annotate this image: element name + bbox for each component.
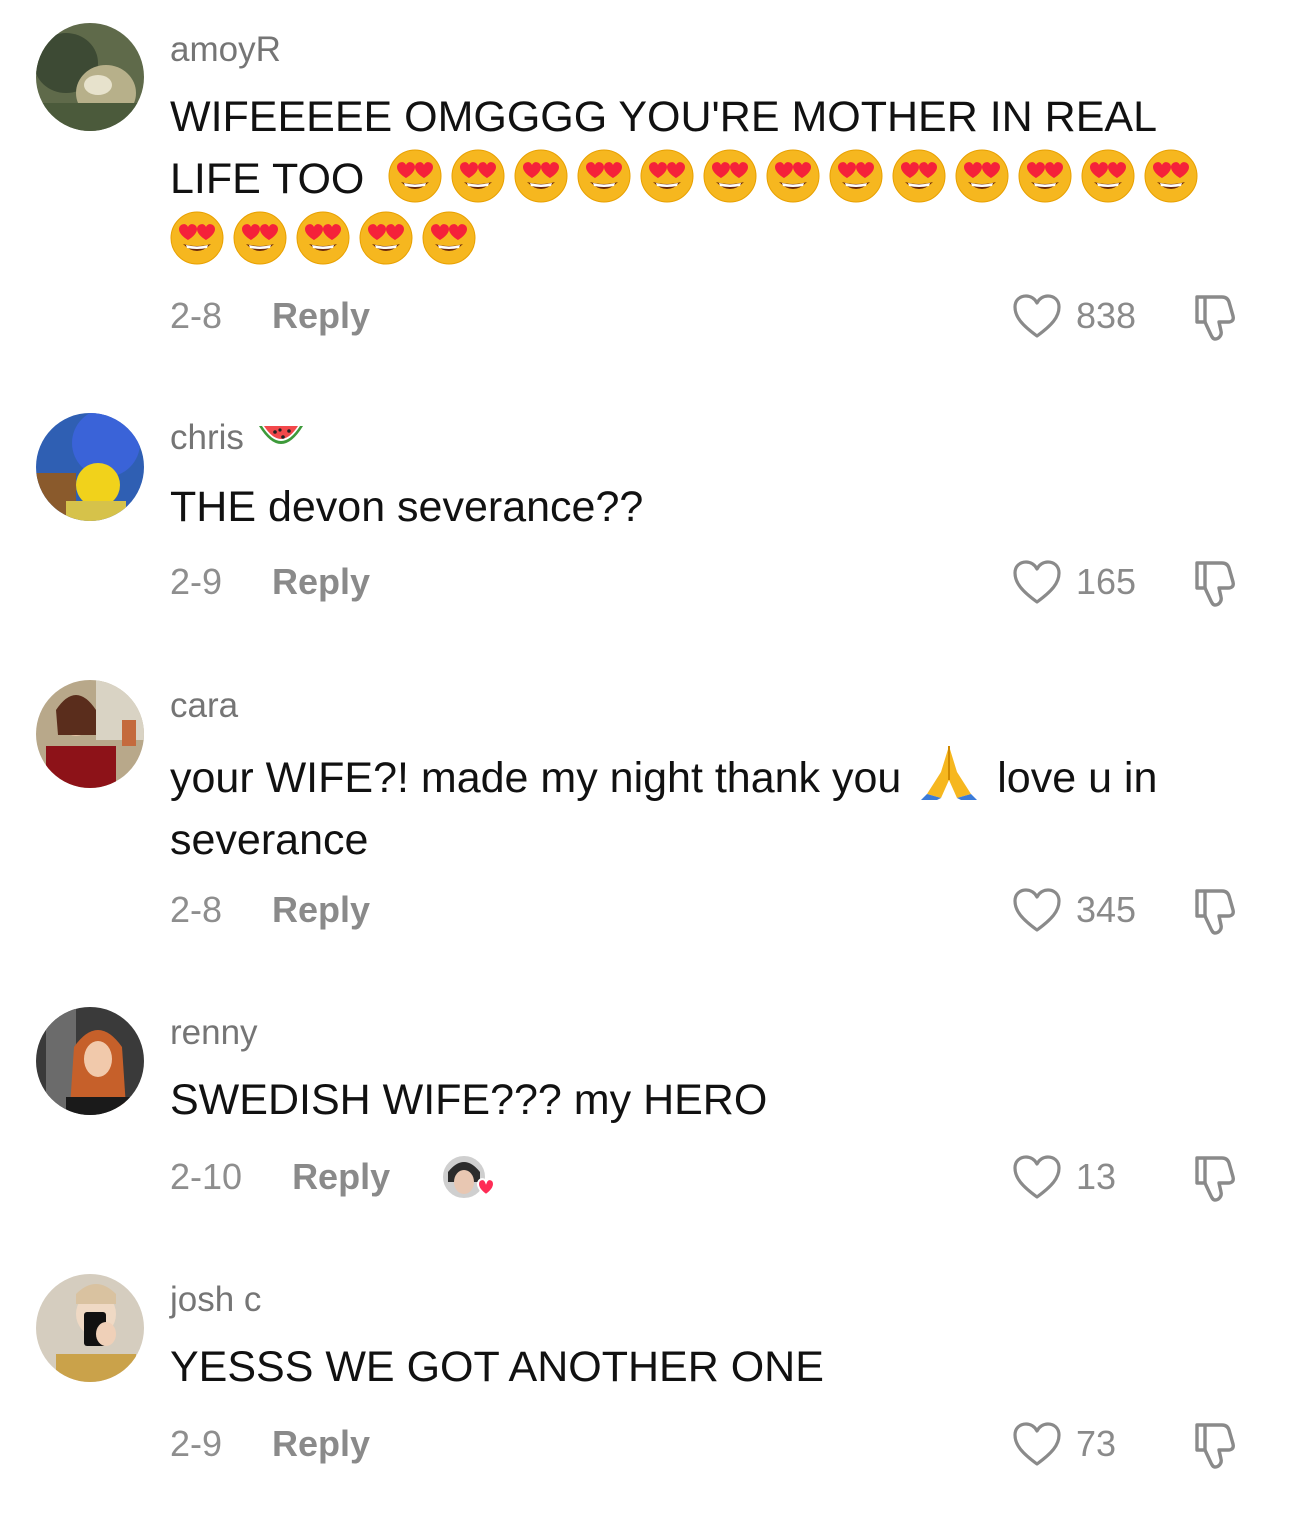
heart-outline-icon[interactable] xyxy=(1012,559,1062,605)
heart-eyes-emoji xyxy=(1144,149,1198,203)
comment-text-line: THE devon severance?? xyxy=(170,483,644,531)
heart-eyes-emoji xyxy=(388,149,442,203)
comment-date: 2-9 xyxy=(170,561,223,602)
comment-text-line: SWEDISH WIFE??? my HERO xyxy=(170,1076,768,1124)
comment-text-fragment: LIFE TOO xyxy=(170,155,365,203)
watermelon-emoji xyxy=(256,420,306,456)
thumbs-down-icon[interactable] xyxy=(1188,883,1244,939)
heart-eyes-emoji xyxy=(955,149,1009,203)
like-button[interactable]: 165 xyxy=(1012,557,1136,607)
comment-date: 2-8 xyxy=(170,295,223,336)
like-button[interactable]: 345 xyxy=(1012,885,1136,935)
heart-eyes-emoji xyxy=(514,149,568,203)
like-button[interactable]: 13 xyxy=(1012,1152,1116,1202)
avatar[interactable] xyxy=(36,23,144,131)
thumbs-down-icon[interactable] xyxy=(1188,555,1244,611)
folded-hands-emoji xyxy=(919,742,979,802)
thumbs-down-icon[interactable] xyxy=(1188,289,1244,345)
comment-text: WIFEEEEE OMGGGG YOU'RE MOTHER IN REAL LI… xyxy=(170,86,1240,272)
heart-outline-icon[interactable] xyxy=(1012,293,1062,339)
comment-username[interactable]: renny xyxy=(170,1011,258,1055)
comment-text-line: YESSS WE GOT ANOTHER ONE xyxy=(170,1343,824,1391)
comment-text: your WIFE?! made my night thank you love… xyxy=(170,742,1240,871)
like-count: 165 xyxy=(1076,561,1137,602)
heart-eyes-emoji xyxy=(577,149,631,203)
heart-outline-icon[interactable] xyxy=(1012,1154,1062,1200)
comment-meta: 2-9 Reply xyxy=(170,1419,370,1469)
comment-date: 2-8 xyxy=(170,889,223,930)
comment-meta: 2-9 Reply xyxy=(170,557,370,607)
username-label[interactable]: josh c xyxy=(170,1280,261,1320)
thumbs-down-icon[interactable] xyxy=(1188,1417,1244,1473)
like-button[interactable]: 73 xyxy=(1012,1419,1116,1469)
comment-meta: 2-8 Reply xyxy=(170,291,370,341)
heart-eyes-emoji xyxy=(766,149,820,203)
comment-meta: 2-10 Reply xyxy=(170,1152,496,1202)
comment-text-line: severance xyxy=(170,816,369,864)
like-count: 838 xyxy=(1076,295,1137,336)
avatar[interactable] xyxy=(36,413,144,521)
reply-button[interactable]: Reply xyxy=(272,561,370,603)
username-label[interactable]: renny xyxy=(170,1013,258,1053)
like-count: 13 xyxy=(1076,1156,1117,1197)
comment-username[interactable]: josh c xyxy=(170,1278,261,1322)
heart-eyes-emoji-row xyxy=(170,210,1240,272)
like-button[interactable]: 838 xyxy=(1012,291,1136,341)
heart-eyes-emoji xyxy=(829,149,883,203)
like-count: 73 xyxy=(1076,1423,1117,1464)
heart-eyes-emoji xyxy=(233,211,287,265)
heart-eyes-emoji xyxy=(451,149,505,203)
comment-text: YESSS WE GOT ANOTHER ONE xyxy=(170,1336,1240,1398)
thumbs-down-icon[interactable] xyxy=(1188,1150,1244,1206)
heart-eyes-emoji xyxy=(640,149,694,203)
comment-username[interactable]: cara xyxy=(170,684,238,728)
heart-eyes-emoji xyxy=(296,211,350,265)
comment-username[interactable]: chris xyxy=(170,416,306,460)
comment-text: THE devon severance?? xyxy=(170,476,1240,538)
heart-eyes-emoji xyxy=(170,211,224,265)
comment-text-fragment: your WIFE?! made my night thank you xyxy=(170,754,902,802)
heart-eyes-emoji xyxy=(1018,149,1072,203)
username-label[interactable]: chris xyxy=(170,418,244,458)
comment-date: 2-9 xyxy=(170,1423,223,1464)
heart-eyes-emoji xyxy=(359,211,413,265)
username-label[interactable]: cara xyxy=(170,686,238,726)
heart-outline-icon[interactable] xyxy=(1012,887,1062,933)
comment-meta: 2-8 Reply xyxy=(170,885,370,935)
avatar[interactable] xyxy=(36,1007,144,1115)
comment-text-fragment: love u in xyxy=(997,754,1158,802)
avatar[interactable] xyxy=(36,1274,144,1382)
creator-liked-avatar-heart-icon xyxy=(440,1152,496,1202)
reply-button[interactable]: Reply xyxy=(272,295,370,337)
heart-eyes-emoji xyxy=(703,149,757,203)
avatar[interactable] xyxy=(36,680,144,788)
comment-date: 2-10 xyxy=(170,1156,243,1197)
reply-button[interactable]: Reply xyxy=(292,1156,390,1198)
comment-username[interactable]: amoyR xyxy=(170,28,281,72)
comment-text-line: your WIFE?! made my night thank you love… xyxy=(170,742,1240,809)
heart-eyes-emoji xyxy=(422,211,476,265)
reply-button[interactable]: Reply xyxy=(272,1423,370,1465)
comment-text-line: WIFEEEEE OMGGGG YOU'RE MOTHER IN REAL xyxy=(170,93,1157,141)
reply-button[interactable]: Reply xyxy=(272,889,370,931)
heart-eyes-emoji-row xyxy=(388,155,1207,203)
heart-eyes-emoji xyxy=(892,149,946,203)
comment-text-line: LIFE TOO xyxy=(170,148,1240,210)
comment-text: SWEDISH WIFE??? my HERO xyxy=(170,1069,1240,1131)
heart-outline-icon[interactable] xyxy=(1012,1421,1062,1467)
heart-eyes-emoji xyxy=(1081,149,1135,203)
like-count: 345 xyxy=(1076,889,1137,930)
username-label[interactable]: amoyR xyxy=(170,30,281,70)
